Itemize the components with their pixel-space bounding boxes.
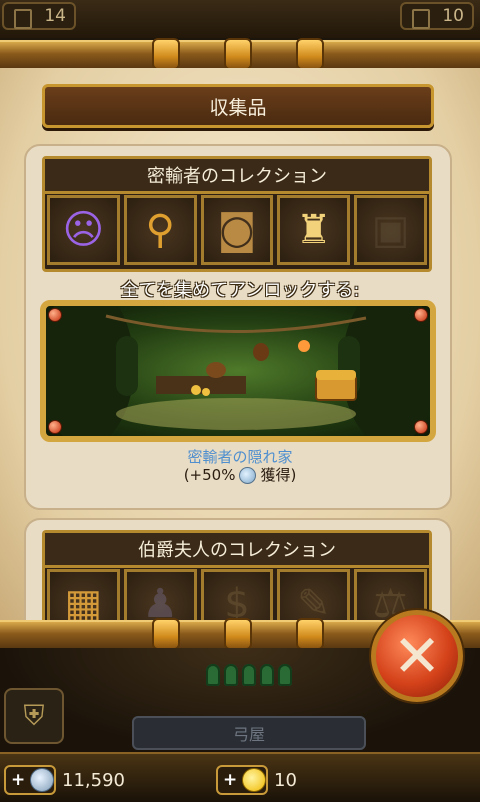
silver-coin-icon (30, 768, 54, 792)
close-icon: ✕ (392, 622, 442, 690)
reward-bonus-suffix: 獲得) (260, 466, 297, 484)
gold-coin-icon (242, 768, 266, 792)
top-right-counter: 10 (400, 2, 474, 30)
lantern-icon: ♜ (295, 207, 332, 253)
unlock-instruction: 全てを集めてアンロックする: (120, 280, 360, 301)
frame-gem (414, 308, 428, 322)
silver-amount: 11,590 (62, 769, 125, 791)
smuggler-item-slot-3[interactable]: ◙ (200, 195, 274, 265)
top-bar: 14 10 (0, 0, 480, 38)
person-icon (224, 664, 238, 686)
smuggler-hideout-image[interactable] (40, 300, 436, 442)
add-silver-button[interactable]: + (4, 765, 56, 795)
list-icon (412, 9, 430, 29)
person-icon (242, 664, 256, 686)
top-left-counter: 14 (2, 2, 76, 30)
scepter-icon: ⚲ (145, 207, 175, 253)
countess-collection-title: 伯爵夫人のコレクション (45, 533, 429, 568)
countess-collection-frame: 伯爵夫人のコレクション ▦ ♟ $ ✎ ⚖ (42, 530, 432, 639)
close-button[interactable]: ✕ (371, 610, 463, 702)
silver-coin-icon (239, 467, 257, 484)
silver-currency: + 11,590 (4, 764, 125, 796)
reward-bonus: (+50% 獲得) (0, 464, 480, 485)
smuggler-collection-title: 密輸者のコレクション (45, 159, 429, 194)
frame-gem (414, 420, 428, 434)
reward-bonus-prefix: (+50% (183, 466, 236, 484)
rail-bolt (296, 618, 324, 650)
progress-indicators (206, 664, 292, 686)
purple-mask-icon: ☹ (62, 207, 105, 253)
rail-bolt (152, 38, 180, 70)
smuggler-item-slot-5[interactable]: ▣ (354, 195, 427, 265)
window-title: 収集品 (42, 84, 434, 128)
top-right-counter-value: 10 (442, 6, 464, 26)
hideout-scene (46, 306, 430, 436)
smuggler-item-slot-2[interactable]: ⚲ (123, 195, 197, 265)
smuggler-item-slot-1[interactable]: ☹ (47, 195, 120, 265)
smuggler-collection-slots: ☹ ⚲ ◙ ♜ ▣ (47, 195, 427, 265)
gold-amount: 10 (274, 769, 297, 791)
abacus-icon: ▦ (64, 581, 103, 627)
build-shield-icon[interactable]: ⛨ (4, 688, 64, 744)
treasure-chest-icon: ▣ (371, 207, 410, 253)
frame-gem (48, 308, 62, 322)
card-icon (14, 9, 32, 29)
smuggler-item-slot-4[interactable]: ♜ (277, 195, 351, 265)
barrel-icon: ◙ (217, 207, 257, 253)
gold-currency: + 10 (216, 764, 297, 796)
currency-bar: + 11,590 + 10 (0, 752, 480, 802)
frame-gem (48, 420, 62, 434)
rail-bolt (296, 38, 324, 70)
smuggler-collection-frame: 密輸者のコレクション ☹ ⚲ ◙ ♜ ▣ (42, 156, 432, 272)
person-icon (206, 664, 220, 686)
rail-bolt (224, 38, 252, 70)
person-icon (278, 664, 292, 686)
rail-bolt (224, 618, 252, 650)
top-left-counter-value: 14 (44, 6, 66, 26)
building-name-label: 弓屋 (132, 716, 366, 750)
person-icon (260, 664, 274, 686)
add-gold-button[interactable]: + (216, 765, 268, 795)
rail-bolt (152, 618, 180, 650)
